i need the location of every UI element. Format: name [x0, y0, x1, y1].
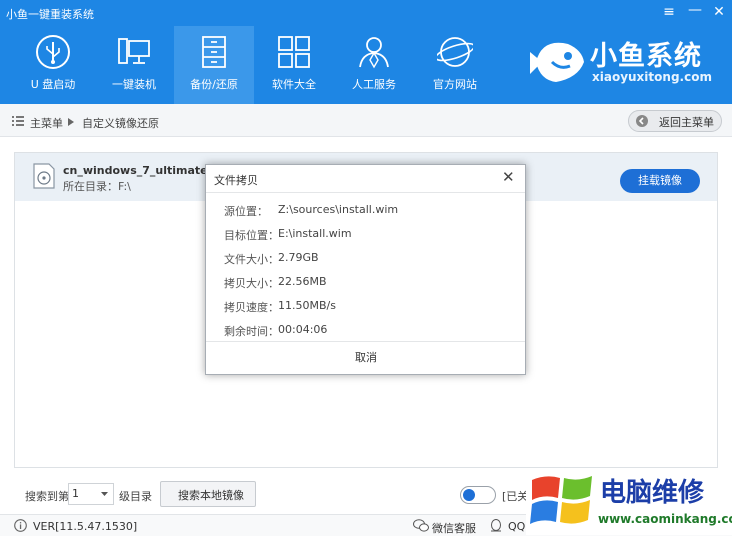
nav-label: 人工服务: [352, 78, 396, 91]
disc-image-icon: [33, 163, 55, 189]
minimize-icon[interactable]: —: [686, 2, 704, 18]
qq-support-link[interactable]: QQ: [508, 520, 525, 533]
windows-logo-icon: [530, 476, 592, 524]
app-title: 小鱼一键重装系统: [6, 8, 94, 21]
toggle-label: [已关: [502, 490, 529, 503]
nav-label: 官方网站: [433, 78, 477, 91]
breadcrumb-current: 自定义镜像还原: [82, 117, 159, 130]
close-icon[interactable]: ✕: [710, 4, 728, 20]
copied-size-label: 拷贝大小：: [224, 277, 279, 290]
info-icon: [14, 519, 27, 532]
website-globe-icon: [437, 37, 473, 67]
toggle-knob: [463, 489, 475, 501]
fish-logo-icon: [530, 42, 584, 82]
chevron-down-icon: [101, 492, 108, 496]
nav-manual-service[interactable]: 人工服务: [334, 26, 414, 104]
file-size-label: 文件大小：: [224, 253, 279, 266]
nav-label: 软件大全: [272, 78, 316, 91]
search-to-label: 搜索到第: [25, 490, 69, 503]
computer-icon: [118, 38, 150, 64]
source-location-label: 源位置：: [224, 205, 268, 218]
watermark-url: www.caominkang.com: [598, 512, 732, 526]
time-remaining-value: 00:04:06: [278, 323, 328, 336]
level-suffix-label: 级目录: [119, 490, 152, 503]
usb-icon: [36, 35, 70, 69]
copied-size-value: 22.56MB: [278, 275, 327, 288]
breadcrumb-root[interactable]: 主菜单: [30, 115, 63, 131]
file-size-value: 2.79GB: [278, 251, 319, 264]
nav-label: 备份/还原: [190, 78, 238, 91]
nav-official-site[interactable]: 官方网站: [415, 26, 495, 104]
watermark-title: 电脑维修: [600, 478, 705, 508]
copy-speed-value: 11.50MB/s: [278, 299, 336, 312]
search-local-label: 搜索本地镜像: [178, 489, 244, 502]
watermark: 电脑维修 www.caominkang.com: [526, 470, 732, 535]
nav-label: 一键装机: [112, 78, 156, 91]
directory-level-select[interactable]: 1: [68, 483, 114, 505]
back-arrow-icon: [636, 115, 648, 127]
brand-url: xiaoyuxitong.com: [592, 70, 712, 84]
brand-name: 小鱼系统: [590, 41, 702, 72]
copy-speed-label: 拷贝速度：: [224, 301, 279, 314]
mount-image-button[interactable]: 挂载镜像: [620, 169, 700, 193]
divider: [206, 341, 525, 342]
time-remaining-label: 剩余时间：: [224, 325, 279, 338]
nav-usb-boot[interactable]: U 盘启动: [13, 26, 93, 104]
list-menu-icon: [12, 116, 24, 126]
chevron-right-icon: [68, 118, 74, 126]
dialog-title: 文件拷贝: [214, 174, 258, 187]
dialog-close-icon[interactable]: ✕: [502, 168, 515, 186]
brand-logo: 小鱼系统 xiaoyuxitong.com: [528, 30, 728, 94]
cancel-button[interactable]: 取消: [336, 349, 396, 365]
version-text: VER[11.5.47.1530]: [33, 520, 138, 533]
backup-icon: [202, 36, 226, 68]
qq-icon: [491, 519, 501, 532]
nav-one-click-install[interactable]: 一键装机: [94, 26, 174, 104]
support-person-icon: [359, 37, 389, 69]
wechat-icon: [413, 519, 429, 532]
back-button-label: 返回主菜单: [659, 116, 714, 129]
breadcrumb: 主菜单 自定义镜像还原: [0, 104, 732, 137]
nav-label: U 盘启动: [30, 78, 76, 91]
wechat-support-link[interactable]: 微信客服: [432, 520, 476, 536]
app-header: 小鱼一键重装系统 ≡ — ✕ U 盘启动 一键装机 备份/还原 软件大全 人工服…: [0, 0, 732, 104]
divider: [206, 192, 525, 193]
toggle-switch[interactable]: [460, 486, 496, 504]
target-location-value: E:\install.wim: [278, 227, 352, 240]
target-location-label: 目标位置：: [224, 229, 279, 242]
apps-grid-icon: [278, 36, 310, 68]
source-location-value: Z:\sources\install.wim: [278, 203, 399, 216]
nav-backup-restore[interactable]: 备份/还原: [174, 26, 254, 104]
search-local-image-button[interactable]: 搜索本地镜像: [160, 481, 256, 507]
image-directory: 所在目录：F:\: [63, 180, 131, 193]
menu-icon[interactable]: ≡: [660, 4, 678, 20]
nav-software[interactable]: 软件大全: [254, 26, 334, 104]
back-to-main-button[interactable]: 返回主菜单: [628, 110, 722, 132]
file-copy-dialog: 文件拷贝 ✕ 源位置： Z:\sources\install.wim 目标位置：…: [205, 164, 526, 375]
directory-level-value: 1: [72, 487, 79, 500]
